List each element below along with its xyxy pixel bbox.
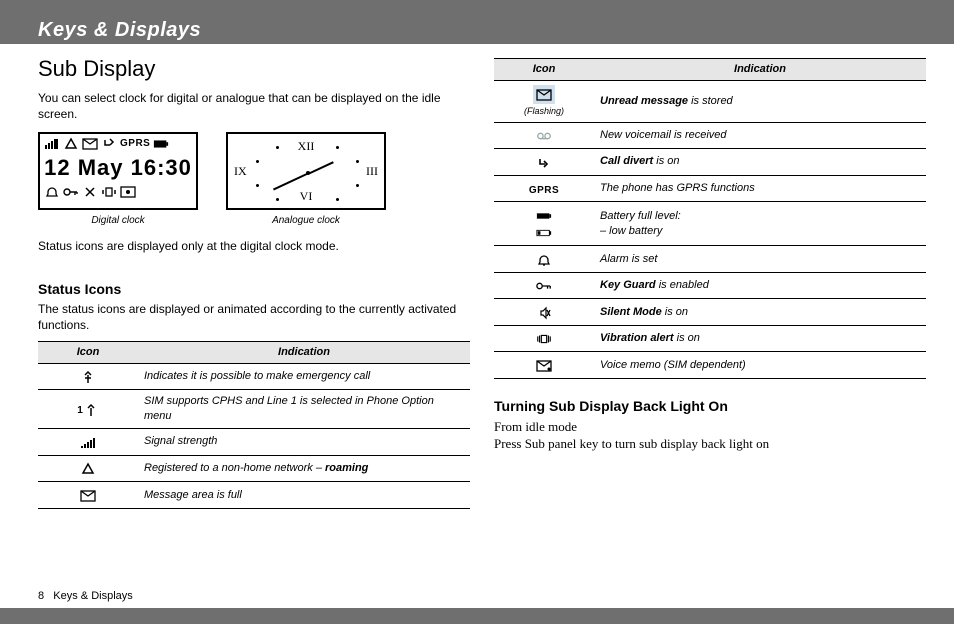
th-indication: Indication bbox=[594, 59, 926, 81]
step-press: Press Sub panel key to turn sub display … bbox=[494, 435, 926, 453]
page-footer: 8 Keys & Displays bbox=[38, 590, 133, 602]
left-column: Sub Display You can select clock for dig… bbox=[38, 54, 470, 600]
status-note: Status icons are displayed only at the d… bbox=[38, 238, 470, 254]
th-icon: Icon bbox=[38, 342, 138, 364]
digital-status-icons-bottom bbox=[40, 183, 196, 201]
key-icon bbox=[536, 279, 552, 293]
indication-text: Silent Mode is on bbox=[594, 299, 926, 326]
digital-status-icons-top: GPRS bbox=[40, 134, 196, 151]
numeral-12: XII bbox=[298, 138, 315, 154]
numeral-9: IX bbox=[234, 163, 247, 179]
table-row: GPRS The phone has GPRS functions bbox=[494, 175, 926, 202]
status-icons-table-left: Icon Indication Indicates it is possible… bbox=[38, 341, 470, 509]
indication-text: Call divert is on bbox=[594, 149, 926, 176]
alarm-icon bbox=[44, 185, 60, 199]
header-bar: Keys & Displays bbox=[0, 16, 954, 44]
roaming-icon bbox=[80, 462, 96, 476]
table-row: Registered to a non-home network – roami… bbox=[38, 455, 470, 482]
table-row: Voice memo (SIM dependent) bbox=[494, 352, 926, 379]
table-header-row: Icon Indication bbox=[38, 342, 470, 364]
page: Keys & Displays Sub Display You can sele… bbox=[0, 16, 954, 608]
analogue-clock: XII III VI IX bbox=[226, 132, 386, 210]
section-heading: Sub Display bbox=[38, 54, 470, 84]
indication-text: Indicates it is possible to make emergen… bbox=[138, 363, 470, 390]
table-row: Call divert is on bbox=[494, 149, 926, 176]
status-icons-heading: Status Icons bbox=[38, 280, 470, 299]
status-icons-table-right: Icon Indication (Flashing) Unread messag… bbox=[494, 58, 926, 379]
digital-caption: Digital clock bbox=[38, 214, 198, 228]
battery-full-icon bbox=[536, 209, 552, 223]
memo-icon bbox=[536, 359, 552, 373]
gprs-badge: GPRS bbox=[120, 137, 150, 151]
indication-text: New voicemail is received bbox=[594, 122, 926, 149]
numeral-3: III bbox=[366, 163, 378, 179]
digital-clock-wrapper: GPRS 12 May 16:30 Digital clock bbox=[38, 132, 198, 228]
table-header-row: Icon Indication bbox=[494, 59, 926, 81]
right-column: Icon Indication (Flashing) Unread messag… bbox=[494, 54, 926, 600]
table-row: Alarm is set bbox=[494, 246, 926, 273]
content-columns: Sub Display You can select clock for dig… bbox=[38, 54, 926, 600]
divert-icon bbox=[101, 137, 117, 151]
silent-icon bbox=[536, 306, 552, 320]
backlight-heading: Turning Sub Display Back Light On bbox=[494, 397, 926, 416]
vibration-icon bbox=[101, 185, 117, 199]
header-title: Keys & Displays bbox=[38, 19, 201, 42]
antenna-icon bbox=[80, 370, 96, 384]
indication-text: SIM supports CPHS and Line 1 is selected… bbox=[138, 390, 470, 429]
voicemail-icon bbox=[536, 129, 552, 143]
th-indication: Indication bbox=[138, 342, 470, 364]
roaming-icon bbox=[63, 137, 79, 151]
clock-hand-hour bbox=[308, 161, 334, 175]
digital-clock: GPRS 12 May 16:30 bbox=[38, 132, 198, 210]
table-row: (Flashing) Unread message is stored bbox=[494, 80, 926, 122]
analogue-clock-wrapper: XII III VI IX bbox=[226, 132, 386, 228]
silent-icon bbox=[82, 185, 98, 199]
vibration-icon bbox=[536, 332, 552, 346]
intro-text: You can select clock for digital or anal… bbox=[38, 90, 470, 122]
envelope-icon bbox=[536, 88, 552, 102]
table-row: Key Guard is enabled bbox=[494, 272, 926, 299]
table-row: New voicemail is received bbox=[494, 122, 926, 149]
signal-icon bbox=[80, 436, 96, 450]
battery-icon bbox=[153, 137, 169, 151]
indication-text: Signal strength bbox=[138, 429, 470, 456]
key-icon bbox=[63, 185, 79, 199]
table-row: 1 SIM supports CPHS and Line 1 is select… bbox=[38, 390, 470, 429]
table-row: Battery full level:– low battery bbox=[494, 202, 926, 246]
indication-text: Vibration alert is on bbox=[594, 325, 926, 352]
table-row: Indicates it is possible to make emergen… bbox=[38, 363, 470, 390]
numeral-6: VI bbox=[300, 188, 313, 204]
envelope-icon bbox=[82, 137, 98, 151]
step-from-idle: From idle mode bbox=[494, 418, 926, 436]
clock-illustrations: GPRS 12 May 16:30 Digital clock bbox=[38, 132, 470, 228]
antenna-icon bbox=[83, 403, 99, 417]
page-number: 8 bbox=[38, 590, 44, 602]
table-row: Signal strength bbox=[38, 429, 470, 456]
memo-icon bbox=[120, 185, 136, 199]
table-row: Message area is full bbox=[38, 482, 470, 509]
indication-text: Voice memo (SIM dependent) bbox=[594, 352, 926, 379]
alarm-icon bbox=[536, 253, 552, 267]
gprs-text-icon: GPRS bbox=[529, 185, 559, 196]
indication-text: Unread message is stored bbox=[594, 80, 926, 122]
indication-text: Key Guard is enabled bbox=[594, 272, 926, 299]
indication-text: The phone has GPRS functions bbox=[594, 175, 926, 202]
th-icon: Icon bbox=[494, 59, 594, 81]
analogue-caption: Analogue clock bbox=[226, 214, 386, 228]
digital-time-text: 12 May 16:30 bbox=[40, 153, 196, 183]
footer-section: Keys & Displays bbox=[53, 590, 132, 602]
envelope-icon bbox=[80, 489, 96, 503]
indication-text: Alarm is set bbox=[594, 246, 926, 273]
table-row: Vibration alert is on bbox=[494, 325, 926, 352]
status-icons-intro: The status icons are displayed or animat… bbox=[38, 301, 470, 333]
divert-icon bbox=[536, 156, 552, 170]
indication-text: Message area is full bbox=[138, 482, 470, 509]
flashing-label: (Flashing) bbox=[500, 105, 588, 117]
indication-text: Registered to a non-home network – roami… bbox=[138, 455, 470, 482]
battery-low-icon bbox=[536, 226, 552, 240]
antenna-icon bbox=[44, 137, 60, 151]
table-row: Silent Mode is on bbox=[494, 299, 926, 326]
indication-text: Battery full level:– low battery bbox=[594, 202, 926, 246]
